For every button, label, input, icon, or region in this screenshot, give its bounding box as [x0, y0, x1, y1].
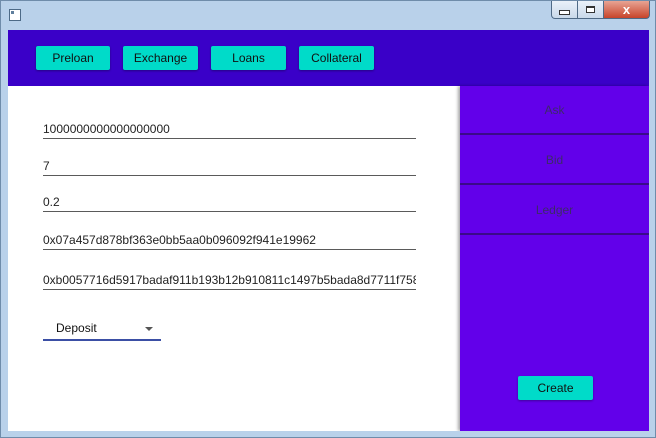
nav-button-preloan[interactable]: Preloan [36, 46, 110, 70]
side-item-ledger[interactable]: Ledger [460, 186, 649, 235]
hash-field[interactable]: 0xb0057716d5917badaf911b193b12b910811c14… [43, 271, 416, 290]
app-window: x Preloan Exchange Loans Collateral 1000… [0, 0, 656, 438]
nav-button-exchange[interactable]: Exchange [123, 46, 198, 70]
close-button[interactable]: x [604, 1, 650, 19]
nav-button-collateral[interactable]: Collateral [299, 46, 374, 70]
type-select-value: Deposit [56, 321, 97, 335]
side-item-bid[interactable]: Bid [460, 136, 649, 185]
title-bar[interactable]: x [1, 1, 655, 30]
app-icon[interactable] [9, 9, 21, 21]
nav-button-loans[interactable]: Loans [211, 46, 286, 70]
caption-buttons: x [551, 1, 650, 21]
form-panel: 1000000000000000000 7 0.2 0x07a457d878bf… [8, 86, 460, 431]
maximize-icon [586, 6, 595, 13]
rate-field[interactable]: 0.2 [43, 193, 416, 212]
duration-field[interactable]: 7 [43, 157, 416, 176]
client-area: Preloan Exchange Loans Collateral 100000… [8, 30, 649, 431]
maximize-button[interactable] [578, 1, 604, 19]
type-select[interactable]: Deposit [43, 319, 161, 341]
minimize-icon [559, 10, 570, 15]
chevron-down-icon [145, 327, 153, 331]
create-button[interactable]: Create [518, 376, 593, 400]
address-field[interactable]: 0x07a457d878bf363e0bb5aa0b096092f941e199… [43, 231, 416, 250]
minimize-button[interactable] [551, 1, 578, 19]
top-nav-bar: Preloan Exchange Loans Collateral [8, 30, 649, 86]
close-icon: x [622, 2, 631, 17]
side-item-ask[interactable]: Ask [460, 86, 649, 135]
amount-field[interactable]: 1000000000000000000 [43, 120, 416, 139]
side-panel: Ask Bid Ledger Create [460, 86, 649, 431]
